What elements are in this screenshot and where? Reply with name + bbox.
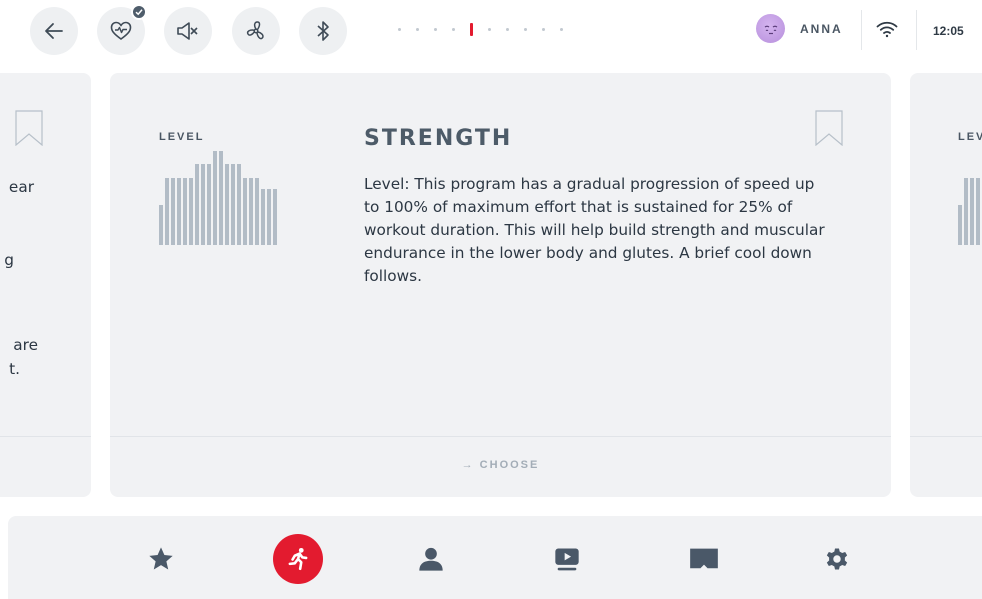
level-bar [207, 164, 211, 245]
page-dot-active[interactable] [470, 22, 473, 36]
level-bar [267, 189, 271, 245]
heart-rate-icon [110, 21, 132, 40]
page-dot[interactable] [434, 27, 437, 31]
level-bar [195, 164, 199, 245]
program-title: STRENGTH [364, 126, 513, 151]
speaker-muted-icon [177, 22, 198, 40]
page-dot[interactable] [506, 27, 509, 31]
bookmark-icon[interactable] [815, 110, 843, 146]
card-divider [110, 436, 891, 437]
running-person-icon [288, 547, 308, 571]
top-bar: ANNA 12:05 [0, 0, 982, 64]
fan-icon [246, 21, 264, 40]
person-icon [419, 547, 443, 571]
level-label: LEV [958, 131, 982, 143]
card-divider [0, 436, 91, 437]
wifi-icon [876, 20, 898, 42]
level-bar [201, 164, 205, 245]
level-bar [177, 178, 181, 245]
back-arrow-icon [45, 23, 63, 39]
level-bar [183, 178, 187, 245]
page-dot[interactable] [542, 27, 545, 31]
level-profile-chart [958, 151, 982, 245]
page-dot[interactable] [524, 27, 527, 31]
page-dot[interactable] [416, 27, 419, 31]
level-bar [159, 205, 163, 245]
divider [861, 10, 862, 50]
description-fragment: t. [9, 360, 20, 378]
back-button[interactable] [30, 7, 78, 55]
check-badge-icon [131, 4, 147, 20]
level-bar [261, 189, 265, 245]
level-bar [255, 178, 259, 245]
clock: 12:05 [933, 24, 964, 38]
level-bar [225, 164, 229, 245]
level-bar [273, 189, 277, 245]
page-dot[interactable] [452, 27, 455, 31]
divider [916, 10, 917, 50]
page-dot[interactable] [398, 27, 401, 31]
level-bar [970, 178, 974, 245]
nav-settings[interactable] [812, 534, 862, 584]
gear-icon [826, 548, 848, 570]
level-bar [171, 178, 175, 245]
program-card-previous[interactable]: ear g are t. [0, 73, 91, 497]
bookmark-icon[interactable] [15, 110, 43, 146]
fan-button[interactable] [232, 7, 280, 55]
level-bar [189, 178, 193, 245]
bluetooth-button[interactable] [299, 7, 347, 55]
program-card-strength[interactable]: LEVEL STRENGTH Level: This program has a… [110, 73, 891, 497]
choose-button[interactable]: → CHOOSE [110, 459, 891, 471]
level-bar [231, 164, 235, 245]
play-screen-icon [555, 548, 579, 571]
star-icon [149, 547, 173, 570]
level-bar [213, 151, 217, 245]
level-bar [165, 178, 169, 245]
level-bar [958, 205, 962, 245]
nav-workouts[interactable] [273, 534, 323, 584]
user-profile[interactable]: ANNA [756, 14, 843, 43]
program-description: Level: This program has a gradual progre… [364, 175, 825, 285]
card-divider [910, 436, 982, 437]
level-label: LEVEL [159, 131, 205, 143]
program-card-next[interactable]: LEV [910, 73, 982, 497]
nav-favorites[interactable] [136, 534, 186, 584]
heart-rate-button[interactable] [97, 4, 147, 55]
level-bar [249, 178, 253, 245]
landscape-icon [690, 548, 718, 569]
level-bar [964, 178, 968, 245]
description-fragment: are [13, 336, 38, 354]
page-dot[interactable] [488, 27, 491, 31]
page-indicator [398, 22, 578, 36]
level-bar [219, 151, 223, 245]
page-dot[interactable] [560, 27, 563, 31]
avatar [756, 14, 785, 43]
level-profile-chart [159, 151, 279, 245]
level-bar [243, 178, 247, 245]
user-name: ANNA [800, 21, 843, 36]
nav-video[interactable] [542, 534, 592, 584]
level-bar [237, 164, 241, 245]
description-fragment: g [4, 251, 14, 269]
mute-button[interactable] [164, 7, 212, 55]
bluetooth-icon [317, 21, 329, 41]
nav-scenery[interactable] [679, 534, 729, 584]
bottom-navigation [8, 516, 982, 599]
nav-trainer[interactable] [406, 534, 456, 584]
level-bar [976, 178, 980, 245]
description-fragment: ear [8, 178, 34, 196]
